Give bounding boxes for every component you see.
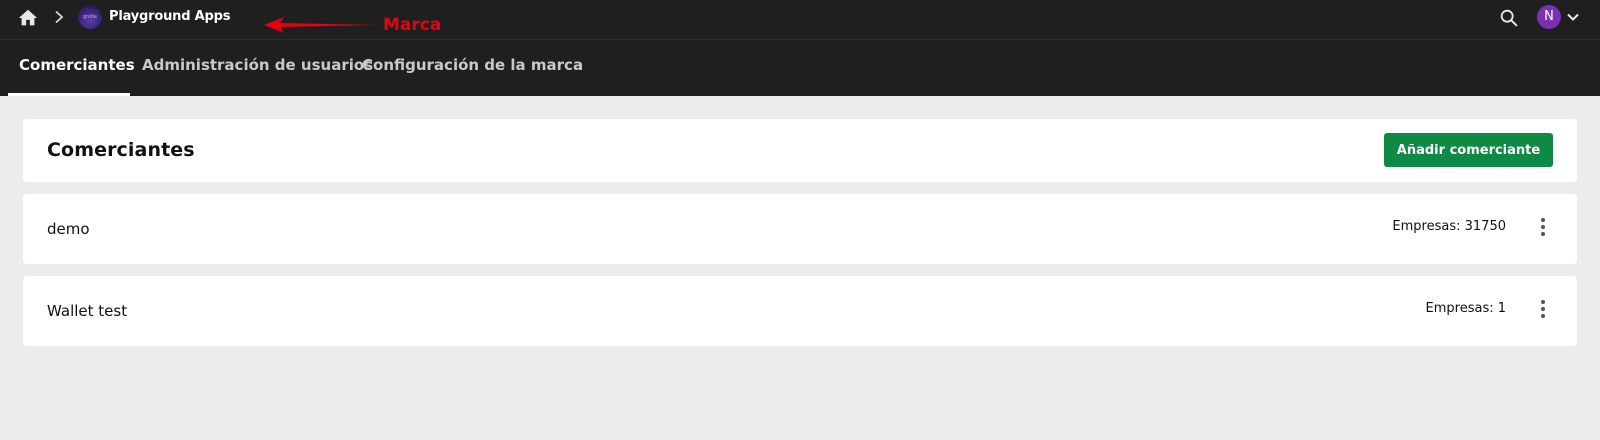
merchant-row[interactable]: Wallet test Empresas: 1 <box>23 276 1577 346</box>
top-bar: gndle Playground Apps Marca N <box>0 0 1600 40</box>
annotation-arrow-icon <box>264 17 378 33</box>
app-name[interactable]: Playground Apps <box>109 9 230 24</box>
page-title: Comerciantes <box>47 139 195 161</box>
companies-count: Empresas: 1 <box>1425 301 1506 316</box>
tab-comerciantes[interactable]: Comerciantes <box>19 40 135 96</box>
merchant-name[interactable]: demo <box>47 220 90 238</box>
companies-count: Empresas: 31750 <box>1392 219 1506 234</box>
active-tab-indicator <box>8 93 130 96</box>
home-icon[interactable] <box>17 7 39 29</box>
add-merchant-button[interactable]: Añadir comerciante <box>1384 133 1553 167</box>
tab-brand-settings[interactable]: Configuración de la marca <box>362 40 583 96</box>
page-header-card: Comerciantes Añadir comerciante <box>23 119 1577 182</box>
annotation-label: Marca <box>383 15 442 35</box>
search-icon[interactable] <box>1498 7 1520 29</box>
chevron-down-icon[interactable] <box>1566 10 1580 24</box>
chevron-right-icon <box>55 10 64 24</box>
more-options-icon[interactable] <box>1536 216 1550 238</box>
brand-logo-text: gndle <box>83 14 97 20</box>
merchant-row[interactable]: demo Empresas: 31750 <box>23 194 1577 264</box>
tab-bar: Comerciantes Administración de usuarios … <box>0 40 1600 96</box>
brand-logo[interactable]: gndle <box>78 5 102 29</box>
merchant-name[interactable]: Wallet test <box>47 302 127 320</box>
avatar[interactable]: N <box>1537 5 1561 29</box>
more-options-icon[interactable] <box>1536 298 1550 320</box>
tab-user-admin[interactable]: Administración de usuarios <box>142 40 373 96</box>
